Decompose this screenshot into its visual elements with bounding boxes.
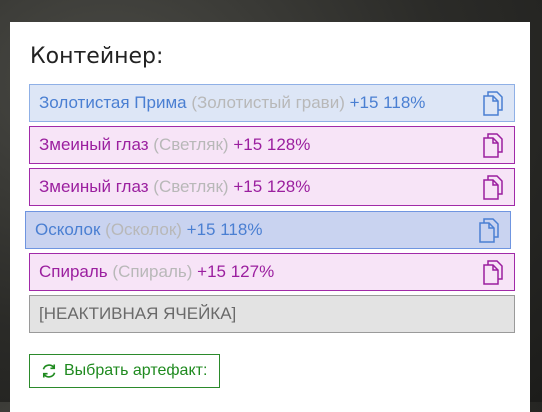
artifact-name: Золотистая Прима [39,93,187,112]
artifact-slot[interactable]: Спираль (Спираль) +15 127% [29,253,515,291]
inactive-slot-label: [НЕАКТИВНАЯ ЯЧЕЙКА] [39,304,237,323]
copy-icon[interactable] [482,132,504,158]
artifact-name: Змеиный глаз [39,177,149,196]
artifact-name: Осколок [35,220,101,239]
artifact-name: Спираль [39,262,108,281]
inactive-slot: [НЕАКТИВНАЯ ЯЧЕЙКА] [29,295,515,333]
artifact-slot[interactable]: Змеиный глаз (Светляк) +15 128% [29,168,515,206]
choose-artifact-label: Выбрать артефакт: [64,362,208,379]
artifact-original-name: (Светляк) [153,135,229,154]
artifact-original-name: (Спираль) [112,262,193,281]
artifact-bonus: +15 127% [197,262,275,281]
artifact-original-name: (Светляк) [153,177,229,196]
artifact-bonus: +15 118% [349,93,426,112]
artifact-bonus: +15 128% [233,177,311,196]
copy-icon[interactable] [482,90,504,116]
container-panel: Контейнер: Золотистая Прима (Золотистый … [10,22,530,412]
artifact-original-name: (Золотистый грави) [191,93,345,112]
container-title: Контейнер: [30,44,164,69]
artifact-slot-selected[interactable]: Осколок (Осколок) +15 118% [25,211,511,249]
copy-icon[interactable] [482,259,504,285]
artifact-name: Змеиный глаз [39,135,149,154]
choose-artifact-button[interactable]: Выбрать артефакт: [29,354,221,388]
refresh-icon [42,364,56,378]
artifact-slot[interactable]: Змеиный глаз (Светляк) +15 128% [29,126,515,164]
artifact-bonus: +15 118% [186,220,263,239]
artifact-original-name: (Осколок) [105,220,182,239]
artifact-bonus: +15 128% [233,135,311,154]
copy-icon[interactable] [482,174,504,200]
copy-icon[interactable] [478,217,500,243]
artifact-slot[interactable]: Золотистая Прима (Золотистый грави) +15 … [29,84,515,122]
